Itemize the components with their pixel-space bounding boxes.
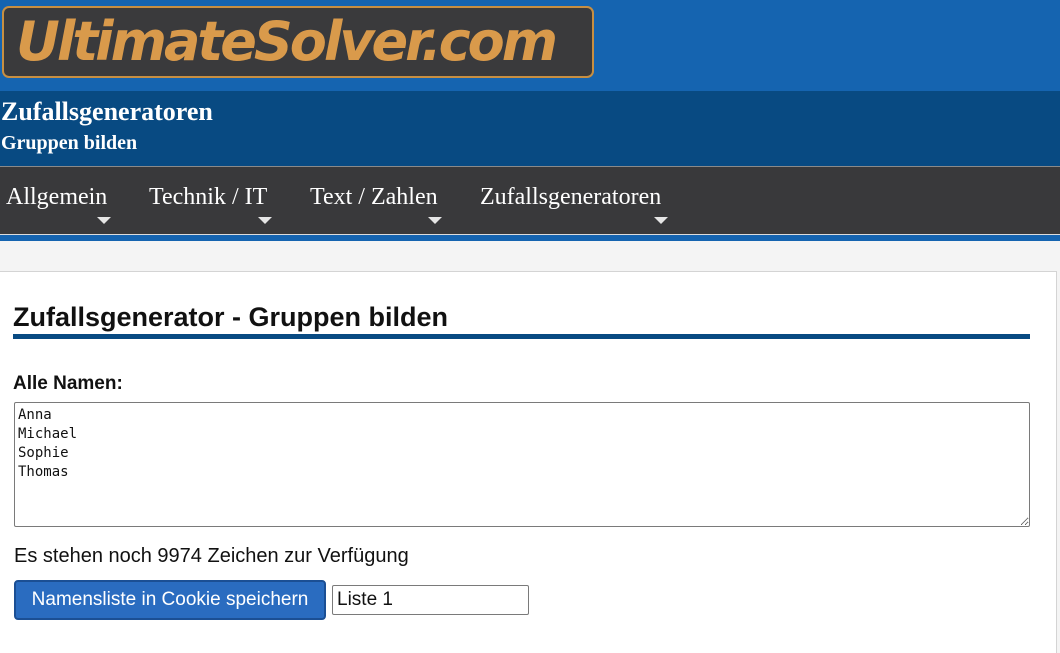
nav-item-allgemein[interactable]: Allgemein bbox=[6, 182, 107, 212]
nav-divider bbox=[0, 234, 1060, 241]
save-to-cookie-button[interactable]: Namensliste in Cookie speichern bbox=[14, 580, 326, 620]
main-content: Zufallsgenerator - Gruppen bilden Alle N… bbox=[0, 271, 1057, 653]
page-title: Zufallsgenerator - Gruppen bilden bbox=[13, 302, 449, 332]
caret-down-icon[interactable] bbox=[97, 217, 111, 224]
nav-item-zufallsgeneratoren[interactable]: Zufallsgeneratoren bbox=[480, 182, 661, 212]
top-banner: UltimateSolver.com bbox=[0, 0, 1060, 91]
title-bar: Zufallsgeneratoren Gruppen bilden bbox=[0, 91, 1060, 166]
names-label: Alle Namen: bbox=[13, 373, 123, 394]
caret-down-icon[interactable] bbox=[258, 217, 272, 224]
list-name-input[interactable] bbox=[332, 585, 529, 615]
nav-item-text-zahlen[interactable]: Text / Zahlen bbox=[310, 182, 438, 212]
heading-divider bbox=[13, 334, 1030, 339]
caret-down-icon[interactable] bbox=[428, 217, 442, 224]
main-nav: Allgemein Technik / IT Text / Zahlen Zuf… bbox=[0, 166, 1060, 234]
logo-text: UltimateSolver.com bbox=[16, 10, 558, 73]
site-logo[interactable]: UltimateSolver.com bbox=[2, 6, 594, 78]
names-textarea[interactable]: Anna Michael Sophie Thomas bbox=[14, 402, 1030, 527]
site-subtitle: Gruppen bilden bbox=[1, 132, 138, 154]
caret-down-icon[interactable] bbox=[654, 217, 668, 224]
chars-remaining-text: Es stehen noch 9974 Zeichen zur Verfügun… bbox=[14, 545, 409, 567]
nav-item-technik-it[interactable]: Technik / IT bbox=[149, 182, 267, 212]
site-title: Zufallsgeneratoren bbox=[1, 97, 213, 126]
